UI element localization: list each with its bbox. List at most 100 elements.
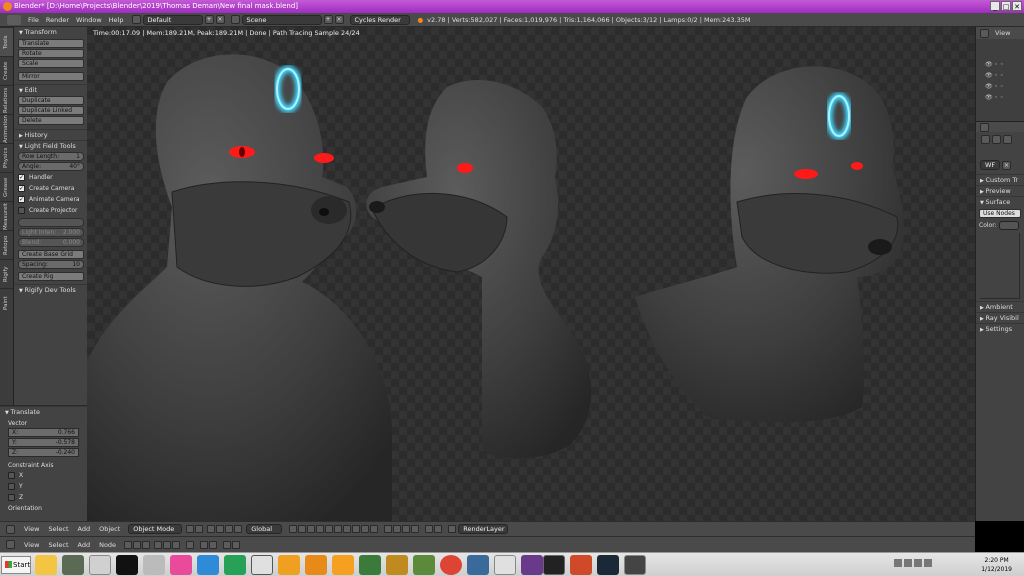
panel-rigify-dev-header[interactable]: Rigify Dev Tools (14, 284, 87, 295)
constraint-z-checkbox[interactable]: Z (8, 493, 83, 502)
object-tab-icon[interactable] (992, 134, 1001, 144)
editor-type-icon[interactable] (7, 14, 21, 25)
layout-dropdown[interactable]: Default (142, 14, 203, 25)
transform-orientation-dropdown[interactable]: Global (246, 524, 283, 534)
steam-icon[interactable] (597, 555, 619, 575)
compositing-nodes-icon[interactable] (142, 540, 151, 549)
proportional-edit-icon[interactable] (411, 525, 420, 533)
app-icon-16[interactable] (624, 555, 646, 575)
tab-measureit[interactable]: Measureit (0, 201, 13, 230)
close-button[interactable]: ✕ (1012, 1, 1022, 11)
snap-node-icon[interactable] (200, 540, 209, 549)
material-remove-icon[interactable]: × (1002, 160, 1011, 170)
animate-camera-checkbox[interactable]: ✓ Animate Camera (18, 195, 83, 204)
outliner-view-menu[interactable]: View (995, 29, 1010, 37)
outliner-editor-icon[interactable] (980, 28, 989, 38)
app-icon-8[interactable] (332, 555, 354, 575)
app-icon-13[interactable] (494, 555, 516, 575)
app-icon-3[interactable] (116, 555, 138, 575)
system-tray[interactable] (894, 559, 954, 571)
rotate-button[interactable]: Rotate (18, 49, 84, 58)
panel-transform-header[interactable]: Transform (14, 27, 87, 38)
material-name-field[interactable]: WF (980, 160, 1000, 170)
3d-menu-add[interactable]: Add (78, 525, 91, 533)
tab-physics[interactable]: Physics (0, 143, 13, 172)
tab-create[interactable]: Create (0, 56, 13, 85)
3d-menu-view[interactable]: View (24, 525, 39, 533)
row-length-field[interactable]: Row Length: 1 (18, 152, 84, 161)
snap-target-icon[interactable] (402, 525, 411, 533)
node-paste-icon[interactable] (232, 540, 241, 549)
rotate-manipulator-icon[interactable] (225, 525, 234, 533)
duplicate-button[interactable]: Duplicate (18, 96, 84, 105)
shader-nodes-icon[interactable] (124, 540, 133, 549)
menu-help[interactable]: Help (109, 16, 124, 24)
node-menu-view[interactable]: View (24, 541, 39, 549)
translate-button[interactable]: Translate (18, 39, 84, 48)
tab-grease-pencil[interactable]: Grease Pencil (0, 172, 13, 201)
app-icon-9[interactable] (359, 555, 381, 575)
tab-paint-tools[interactable]: Paint Tools (0, 288, 13, 317)
panel-ambient[interactable]: Ambient (976, 301, 1024, 312)
use-nodes-button[interactable]: Use Nodes (979, 209, 1021, 218)
node-editor-type-icon[interactable] (6, 540, 15, 549)
texture-nodes-icon[interactable] (133, 540, 142, 549)
outliner-visibility-icons[interactable]: 👁 ◦ ◦ 👁 ◦ ◦ 👁 ◦ ◦ 👁 ◦ ◦ (985, 59, 1024, 103)
render-layer-dropdown[interactable]: RenderLayer (458, 524, 509, 534)
tab-retopo[interactable]: Retopo (0, 230, 13, 259)
layout-browse-icon[interactable] (131, 15, 141, 24)
shading-icon[interactable] (186, 525, 195, 533)
use-nodes-icon[interactable] (186, 540, 195, 549)
menu-window[interactable]: Window (76, 16, 102, 24)
taskbar-clock[interactable]: 2:20 PM 1/12/2019 (981, 556, 1012, 574)
node-copy-icon[interactable] (223, 540, 232, 549)
app-icon-12[interactable] (467, 555, 489, 575)
mirror-button[interactable]: Mirror (18, 72, 84, 81)
constraint-y-checkbox[interactable]: Y (8, 482, 83, 491)
app-icon-15[interactable] (570, 555, 592, 575)
panel-surface[interactable]: Surface (976, 196, 1024, 207)
blender-taskbar-icon[interactable] (543, 555, 565, 575)
opengl-render-icon[interactable] (434, 525, 443, 533)
pivot-icon[interactable] (195, 525, 204, 533)
media-player-icon[interactable] (278, 555, 300, 575)
layout-remove-icon[interactable]: × (215, 15, 225, 24)
app-icon-2[interactable] (89, 555, 111, 575)
duplicate-linked-button[interactable]: Duplicate Linked (18, 106, 84, 115)
file-explorer-icon[interactable] (35, 555, 57, 575)
layer-buttons[interactable] (288, 525, 379, 533)
node-snap-target-icon[interactable] (209, 540, 218, 549)
app-icon-11[interactable] (413, 555, 435, 575)
scale-manipulator-icon[interactable] (234, 525, 243, 533)
spacing-field[interactable]: Spacing: 10 (18, 260, 84, 269)
properties-editor-icon[interactable] (980, 122, 989, 132)
vector-x-field[interactable]: X: 0.766 (8, 428, 79, 437)
operator-header[interactable]: Translate (0, 406, 87, 417)
handler-checkbox[interactable]: ✓ Handler (18, 173, 83, 182)
vector-y-field[interactable]: Y: -0.578 (8, 438, 79, 447)
scene-browse-icon[interactable] (230, 15, 240, 24)
panel-ray-visibility[interactable]: Ray Visibil (976, 312, 1024, 323)
tab-animation[interactable]: Animation (0, 114, 13, 143)
layout-add-icon[interactable]: + (204, 15, 214, 24)
material-tab-icon[interactable] (1003, 134, 1012, 144)
3d-menu-select[interactable]: Select (48, 525, 68, 533)
app-icon-4[interactable] (143, 555, 165, 575)
create-rig-button[interactable]: Create Rig (18, 272, 84, 281)
node-menu-select[interactable]: Select (48, 541, 68, 549)
chrome-icon[interactable] (440, 555, 462, 575)
create-camera-checkbox[interactable]: ✓ Create Camera (18, 184, 83, 193)
manipulator-icon[interactable] (207, 525, 216, 533)
panel-settings[interactable]: Settings (976, 323, 1024, 334)
render-tab-icon[interactable] (981, 134, 990, 144)
panel-preview[interactable]: Preview (976, 185, 1024, 196)
3d-viewport[interactable]: Time:00:17.09 | Mem:189.21M, Peak:189.21… (87, 27, 975, 521)
7zip-icon[interactable] (251, 555, 273, 575)
maximize-button[interactable]: □ (1001, 1, 1011, 11)
scene-remove-icon[interactable]: × (334, 15, 344, 24)
scale-button[interactable]: Scale (18, 59, 84, 68)
app-icon-10[interactable] (386, 555, 408, 575)
render-engine-dropdown[interactable]: Cycles Render (349, 14, 410, 25)
app-icon-5[interactable] (170, 555, 192, 575)
mode-dropdown[interactable]: Object Mode (128, 524, 183, 534)
